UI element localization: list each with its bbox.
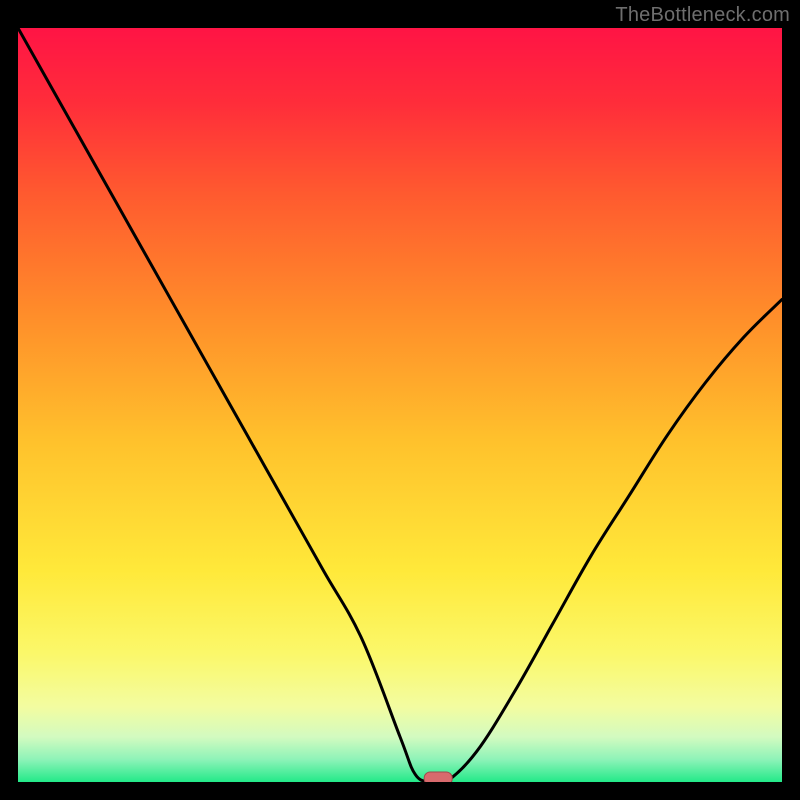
watermark-text: TheBottleneck.com <box>615 4 790 27</box>
optimum-marker <box>424 772 452 782</box>
chart-svg <box>18 28 782 782</box>
chart-frame: TheBottleneck.com <box>0 0 800 800</box>
gradient-background <box>18 28 782 782</box>
plot-area <box>18 28 782 782</box>
